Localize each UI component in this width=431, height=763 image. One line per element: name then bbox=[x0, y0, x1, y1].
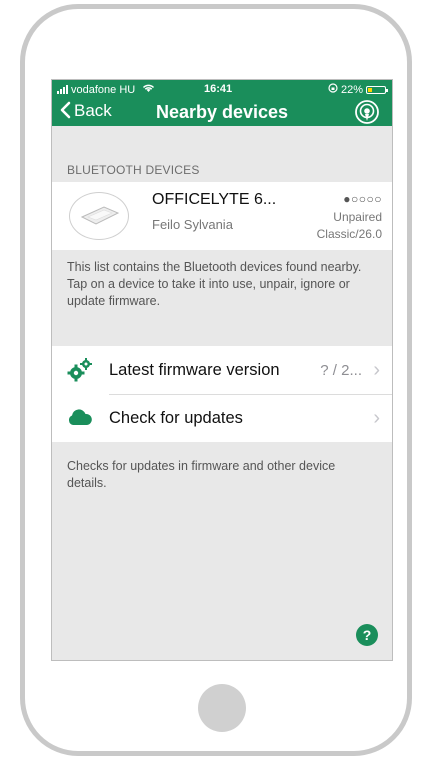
status-bar: vodafone HU 16:41 22% bbox=[52, 80, 392, 98]
updates-description: Checks for updates in firmware and other… bbox=[67, 459, 336, 490]
help-button[interactable]: ? bbox=[356, 624, 378, 646]
menu-list: Latest firmware version ? / 2... › Check… bbox=[52, 346, 392, 442]
cloud-icon bbox=[67, 406, 93, 430]
device-type: Classic/26.0 bbox=[316, 227, 382, 241]
device-image bbox=[69, 192, 129, 240]
back-label: Back bbox=[74, 101, 112, 120]
section-header-bluetooth: BLUETOOTH DEVICES bbox=[67, 163, 200, 177]
gears-icon bbox=[67, 358, 93, 382]
header: vodafone HU 16:41 22% Back Nearby device… bbox=[52, 80, 392, 126]
signal-strength-indicator: ●○○○○ bbox=[343, 192, 382, 206]
device-name: OFFICELYTE 6... bbox=[152, 191, 277, 208]
devices-description: This list contains the Bluetooth devices… bbox=[67, 260, 362, 308]
menu-label-latest-firmware: Latest firmware version bbox=[109, 361, 280, 379]
chevron-right-icon: › bbox=[373, 359, 380, 381]
clock: 16:41 bbox=[204, 83, 233, 95]
pair-status: Unpaired bbox=[333, 210, 382, 224]
status-left: vodafone HU bbox=[57, 83, 155, 96]
back-button[interactable]: Back bbox=[59, 101, 112, 121]
menu-item-check-updates[interactable]: Check for updates › bbox=[52, 394, 392, 442]
device-row[interactable]: OFFICELYTE 6... Feilo Sylvania ●○○○○ Unp… bbox=[52, 182, 392, 250]
firmware-version-value: ? / 2... bbox=[320, 362, 362, 379]
carrier-label: vodafone HU bbox=[71, 83, 136, 96]
chevron-left-icon bbox=[59, 101, 71, 121]
battery-icon bbox=[366, 85, 388, 94]
nav-bar: Back Nearby devices bbox=[52, 98, 392, 126]
menu-item-latest-firmware[interactable]: Latest firmware version ? / 2... › bbox=[52, 346, 392, 395]
status-right: 22% bbox=[328, 83, 388, 96]
chevron-right-icon: › bbox=[373, 407, 380, 429]
broadcast-icon[interactable] bbox=[354, 99, 380, 125]
device-manufacturer: Feilo Sylvania bbox=[152, 217, 233, 232]
home-button[interactable] bbox=[198, 684, 246, 732]
menu-label-check-updates: Check for updates bbox=[109, 409, 243, 427]
app-screen: vodafone HU 16:41 22% Back Nearby device… bbox=[51, 79, 393, 661]
rotation-lock-icon bbox=[328, 83, 338, 96]
signal-bars-icon bbox=[57, 85, 68, 94]
wifi-icon bbox=[142, 83, 155, 96]
battery-percent: 22% bbox=[340, 83, 363, 96]
